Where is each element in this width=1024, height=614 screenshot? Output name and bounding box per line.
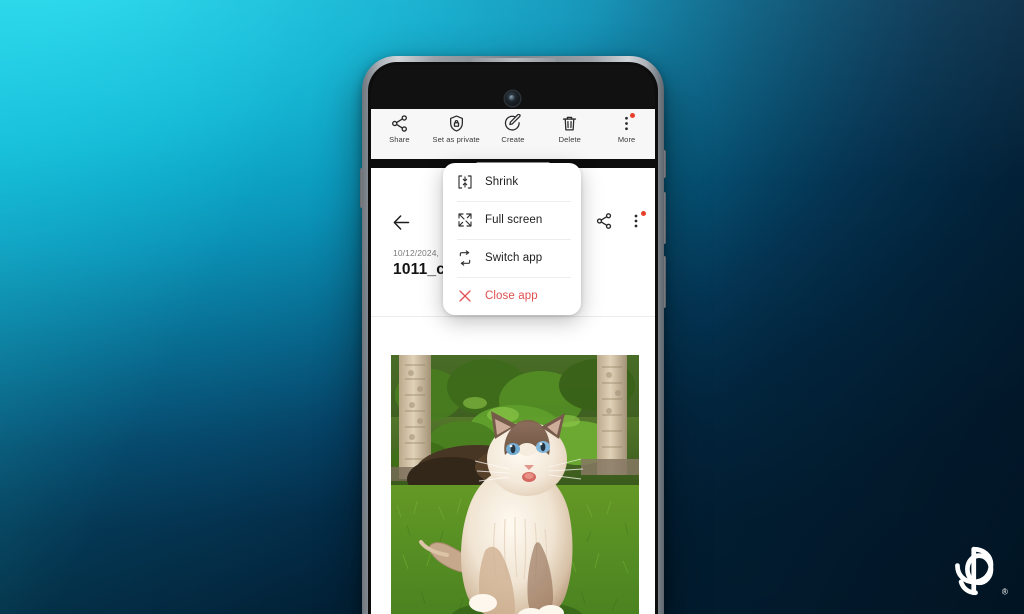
floating-toolbar: Share Set as private Create Delete More <box>371 109 655 159</box>
back-arrow-icon[interactable] <box>391 212 412 233</box>
photo-date: 10/12/2024, <box>393 248 440 258</box>
toolbar-item-create[interactable]: Create <box>485 114 541 144</box>
more-notification-badge <box>641 211 646 216</box>
phone-bezel: Share Set as private Create Delete More … <box>368 62 658 614</box>
fullscreen-icon <box>458 213 472 227</box>
registered-mark: ® <box>1002 588 1008 597</box>
menu-label-switch-app: Switch app <box>485 252 543 264</box>
switch-app-icon <box>459 250 471 266</box>
pencil-circle-icon <box>505 114 522 131</box>
toolbar-label-create: Create <box>501 135 525 144</box>
context-menu: Shrink Full screen Switch app Close app <box>443 163 581 315</box>
shrink-icon <box>458 175 472 189</box>
close-x-icon <box>459 290 471 302</box>
menu-item-full-screen[interactable]: Full screen <box>443 201 581 239</box>
status-bar-area <box>371 65 655 109</box>
gallery-more-button[interactable] <box>627 211 646 230</box>
earpiece-speaker-icon <box>472 58 556 62</box>
menu-label-shrink: Shrink <box>485 176 519 188</box>
phone-device: Share Set as private Create Delete More … <box>362 56 664 614</box>
toolbar-item-set-as-private[interactable]: Set as private <box>428 114 484 144</box>
menu-label-full-screen: Full screen <box>485 214 543 226</box>
menu-item-switch-app[interactable]: Switch app <box>443 239 581 277</box>
cat-photo <box>391 355 639 614</box>
toolbar-item-share[interactable]: Share <box>371 114 427 144</box>
toolbar-label-delete: Delete <box>558 135 581 144</box>
toolbar-item-delete[interactable]: Delete <box>542 114 598 144</box>
toolbar-label-share: Share <box>389 135 410 144</box>
toolbar-label-set-as-private: Set as private <box>432 135 480 144</box>
b-logo-icon: ® <box>955 546 1008 597</box>
toolbar-label-more: More <box>617 135 636 144</box>
header-divider <box>371 316 655 317</box>
toolbar-item-more[interactable]: More <box>599 113 655 144</box>
photo-filename: 1011_c <box>393 261 446 278</box>
front-camera-icon <box>505 91 520 106</box>
photo-viewport[interactable] <box>391 355 639 614</box>
more-notification-badge <box>629 113 635 118</box>
screenshot-stage: Share Set as private Create Delete More … <box>0 0 1024 614</box>
trash-icon <box>563 116 577 131</box>
phone-screen: Share Set as private Create Delete More … <box>371 65 655 614</box>
share-icon[interactable] <box>595 212 613 230</box>
shield-lock-icon <box>449 115 463 132</box>
menu-item-shrink[interactable]: Shrink <box>443 163 581 201</box>
share-icon <box>391 115 407 132</box>
menu-label-close-app: Close app <box>485 290 538 302</box>
menu-item-close-app[interactable]: Close app <box>443 277 581 315</box>
gallery-header-actions <box>595 211 646 230</box>
